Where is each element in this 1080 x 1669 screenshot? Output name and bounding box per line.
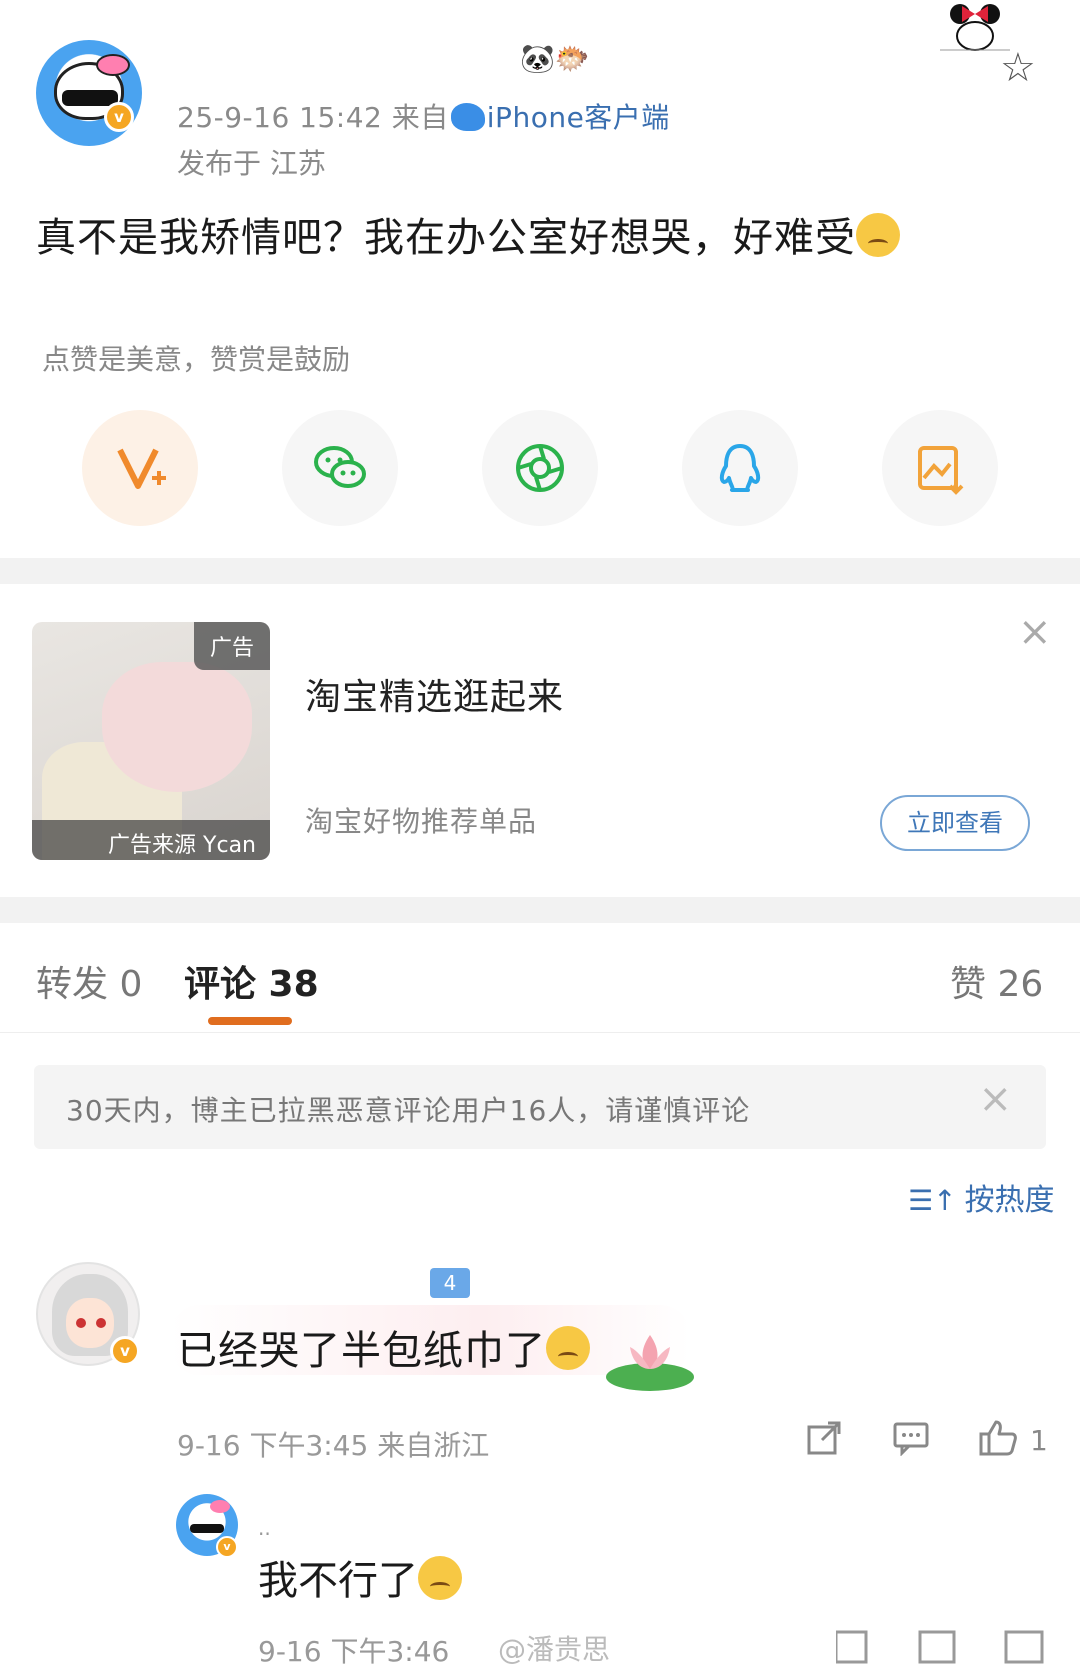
- ad-view-button[interactable]: 立即查看: [880, 795, 1030, 851]
- avatar-eye: [76, 1318, 86, 1328]
- like-thumb-icon[interactable]: [978, 1418, 1018, 1456]
- share-moments-button[interactable]: [482, 410, 598, 526]
- ad-image[interactable]: 广告 广告来源 Ycan: [32, 622, 270, 860]
- reply-author-name[interactable]: ..: [258, 1516, 271, 1540]
- vplus-icon: [117, 448, 166, 489]
- weibo-whale-icon: [450, 103, 485, 131]
- notice-close-icon[interactable]: ×: [978, 1079, 1012, 1119]
- save-image-button[interactable]: [882, 410, 998, 526]
- fan-level-badge: 4: [430, 1268, 470, 1298]
- ad-tag: 广告: [193, 622, 270, 670]
- share-comment-icon[interactable]: [806, 1420, 842, 1456]
- ad-title[interactable]: 淘宝精选逛起来: [305, 668, 564, 720]
- post-time: 25-9-16 15:42 来自: [177, 101, 449, 134]
- post-time-source: 25-9-16 15:42 来自 iPhone客户端: [177, 96, 670, 136]
- comment-text: 已经哭了半包纸巾了: [177, 1328, 546, 1374]
- lotus-decoration-icon: [606, 1335, 694, 1391]
- ad-subtitle: 淘宝好物推荐单品: [305, 805, 538, 838]
- post-text: 真不是我矫情吧？我在办公室好想哭，好难受: [36, 215, 856, 261]
- ad-source: 广告来源 Ycan: [32, 820, 270, 860]
- post-location: 发布于 江苏: [177, 147, 326, 180]
- reply-body: 我不行了: [258, 1548, 462, 1606]
- reply-meta: 9-16 下午3:46: [258, 1635, 450, 1668]
- verified-badge-icon: v: [104, 102, 134, 132]
- save-image-icon: [918, 446, 964, 495]
- fearful-crying-emoji-icon: [418, 1556, 462, 1600]
- post-body: 真不是我矫情吧？我在办公室好想哭，好难受: [36, 205, 900, 263]
- share-wechat-button[interactable]: [282, 410, 398, 526]
- verified-badge-icon: v: [110, 1336, 140, 1366]
- vplus-reward-button[interactable]: [82, 410, 198, 526]
- tab-repost[interactable]: 转发 0: [36, 955, 142, 1007]
- sobbing-emoji-icon: [546, 1326, 590, 1370]
- favorite-star-icon[interactable]: ☆: [1000, 48, 1036, 88]
- name-emoji-decoration: 🐼🐡: [520, 42, 590, 75]
- tab-likes[interactable]: 赞 26: [950, 955, 1043, 1007]
- active-tab-indicator: [208, 1017, 292, 1025]
- verified-badge-icon: v: [216, 1536, 238, 1558]
- tab-divider: [0, 1032, 1080, 1033]
- tab-comments[interactable]: 评论 38: [184, 955, 319, 1007]
- sort-button[interactable]: ☰↑ 按热度: [908, 1175, 1055, 1219]
- ad-product-shape: [102, 662, 252, 792]
- action-icons-partial: [836, 1630, 1044, 1664]
- wechat-icon: [314, 446, 366, 488]
- share-qq-button[interactable]: [682, 410, 798, 526]
- qq-icon: [719, 444, 761, 492]
- avatar-eye: [96, 1318, 106, 1328]
- moderation-notice: 30天内，博主已拉黑恶意评论用户16人，请谨慎评论 ×: [34, 1065, 1046, 1149]
- post-client: iPhone客户端: [486, 101, 670, 134]
- sort-icon: ☰↑: [908, 1184, 957, 1217]
- sort-label: 按热度: [964, 1183, 1055, 1218]
- like-count: 1: [1030, 1424, 1048, 1457]
- section-divider: [0, 558, 1080, 584]
- comment-body: 已经哭了半包纸巾了: [177, 1318, 590, 1376]
- avatar-bow: [96, 54, 130, 76]
- section-divider: [0, 897, 1080, 923]
- watermark: @潘贵思: [498, 1633, 611, 1666]
- reply-text: 我不行了: [258, 1558, 418, 1604]
- comment-meta: 9-16 下午3:45 来自浙江: [177, 1429, 490, 1462]
- avatar-face: [66, 1298, 114, 1348]
- avatar-bow: [210, 1500, 230, 1513]
- crying-emoji-icon: [856, 213, 900, 257]
- ad-close-icon[interactable]: ×: [1018, 612, 1052, 652]
- share-row: [0, 410, 1080, 530]
- reward-hint: 点赞是美意，赞赏是鼓励: [42, 343, 351, 376]
- notice-text: 30天内，博主已拉黑恶意评论用户16人，请谨慎评论: [66, 1094, 751, 1127]
- avatar-sunglasses: [190, 1524, 224, 1533]
- reply-comment-icon[interactable]: [892, 1420, 930, 1456]
- moments-icon: [516, 444, 564, 492]
